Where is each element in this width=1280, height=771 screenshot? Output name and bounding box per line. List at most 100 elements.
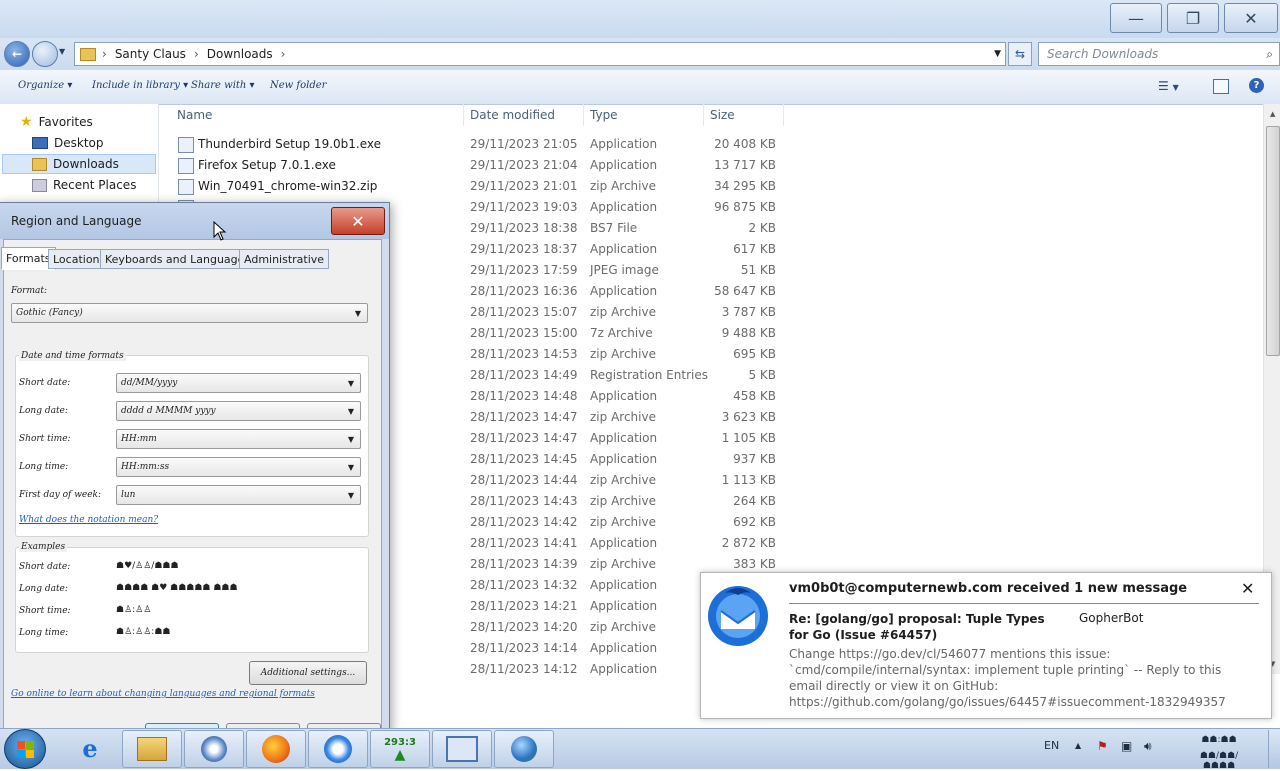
notification-header: vm0b0t@computernewb.com received 1 new m… <box>789 581 1188 596</box>
format-select[interactable]: Gothic (Fancy) ▼ <box>11 303 368 323</box>
preview-pane-button[interactable] <box>1213 79 1229 94</box>
taskbar-counter: 293:3 <box>384 736 416 748</box>
breadcrumb-sep: › <box>193 47 199 61</box>
ex-long-date-value: ☗☗☗☗ ☗♥ ☗☗☗☗☗ ☗☗☗ <box>116 583 238 593</box>
file-size: 937 KB <box>733 452 776 466</box>
view-options-button[interactable]: ☰ ▼ <box>1158 79 1179 93</box>
network-icon[interactable]: ▣ <box>1121 739 1132 753</box>
share-with-menu[interactable]: Share with ▾ <box>191 80 255 91</box>
organize-menu[interactable]: Organize ▾ <box>18 80 72 91</box>
minimize-button[interactable]: — <box>1110 3 1162 33</box>
back-button[interactable]: ← <box>4 41 30 67</box>
online-help-link[interactable]: Go online to learn about changing langua… <box>11 689 315 699</box>
short-date-select[interactable]: dd/MM/yyyy ▼ <box>116 373 361 393</box>
long-date-select[interactable]: dddd d MMMM yyyy ▼ <box>116 401 361 421</box>
language-indicator[interactable]: EN <box>1044 739 1059 752</box>
ex-short-date-label: Short date: <box>19 562 71 572</box>
scrollbar-thumb[interactable] <box>1266 126 1280 356</box>
new-mail-notification[interactable]: vm0b0t@computernewb.com received 1 new m… <box>700 572 1272 719</box>
show-desktop-button[interactable] <box>1268 730 1280 768</box>
long-time-select[interactable]: HH:mm:ss ▼ <box>116 457 361 477</box>
firefox-taskbar-button[interactable] <box>246 730 306 768</box>
ex-short-date-value: ☗♥/♙♙/☗☗☗ <box>116 561 179 571</box>
long-time-label: Long time: <box>19 462 69 472</box>
windows-media-taskbar-button[interactable] <box>184 730 244 768</box>
refresh-button[interactable]: ⇆ <box>1008 42 1032 66</box>
include-in-library-menu[interactable]: Include in library ▾ <box>92 80 188 91</box>
nav-downloads[interactable]: Downloads <box>2 154 156 174</box>
file-date: 29/11/2023 18:37 <box>470 242 578 256</box>
help-icon: ? <box>1253 80 1260 91</box>
tab-keyboards-languages[interactable]: Keyboards and Languages <box>100 249 256 269</box>
column-header-type[interactable]: Type <box>590 108 618 122</box>
column-header-date[interactable]: Date modified <box>470 108 555 122</box>
file-row[interactable]: Win_70491_chrome-win32.zip 29/11/2023 21:… <box>170 176 790 197</box>
restore-button[interactable]: ❐ <box>1167 3 1219 33</box>
recent-pages-dropdown[interactable]: ▼ <box>59 47 65 56</box>
search-input[interactable]: Search Downloads ⌕ <box>1038 42 1280 66</box>
file-type: zip Archive <box>590 494 656 508</box>
thunderbird-taskbar-button[interactable] <box>308 730 368 768</box>
notification-close-button[interactable]: ✕ <box>1241 579 1254 598</box>
application-icon <box>178 137 194 153</box>
help-button[interactable]: ? <box>1249 78 1264 93</box>
file-row[interactable]: Firefox Setup 7.0.1.exe 29/11/2023 21:04 A… <box>170 155 790 176</box>
nav-desktop[interactable]: Desktop <box>32 133 104 153</box>
folder-icon <box>80 47 96 61</box>
archive-icon <box>178 179 194 195</box>
column-header-name[interactable]: Name <box>177 108 212 122</box>
file-size: 58 647 KB <box>714 284 776 298</box>
start-button[interactable] <box>4 729 46 769</box>
file-size: 264 KB <box>733 494 776 508</box>
file-date: 28/11/2023 15:00 <box>470 326 578 340</box>
region-language-taskbar-button[interactable] <box>494 730 554 768</box>
chevron-down-icon: ▼ <box>354 309 361 318</box>
address-dropdown-icon[interactable]: ▼ <box>994 49 1001 59</box>
column-header-size[interactable]: Size <box>710 108 735 122</box>
new-folder-button[interactable]: New folder <box>270 80 326 91</box>
nav-recent-places[interactable]: Recent Places <box>32 175 136 195</box>
file-type: zip Archive <box>590 347 656 361</box>
control-panel-taskbar-button[interactable] <box>432 730 492 768</box>
breadcrumb-sep: › <box>102 47 107 61</box>
star-icon: ★ <box>20 114 33 130</box>
first-day-select[interactable]: lun ▼ <box>116 485 361 505</box>
file-size: 692 KB <box>733 515 776 529</box>
file-row[interactable]: Thunderbird Setup 19.0b1.exe 29/11/2023 2… <box>170 134 790 155</box>
dialog-close-button[interactable]: ✕ <box>331 207 385 235</box>
first-day-label: First day of week: <box>19 490 102 500</box>
file-name: Thunderbird Setup 19.0b1.exe <box>198 137 381 151</box>
back-arrow-icon: ← <box>11 47 23 61</box>
breadcrumb-item-user[interactable]: Santy Claus <box>115 47 186 61</box>
notation-help-link[interactable]: What does the notation mean? <box>19 515 158 525</box>
clock-date[interactable]: ☗☗/☗☗/☗☗☗☗ <box>1184 751 1254 771</box>
file-size: 3 623 KB <box>721 410 776 424</box>
breadcrumb-item-downloads[interactable]: Downloads <box>207 47 273 61</box>
ex-short-time-value: ☗♙:♙♙ <box>116 605 152 615</box>
search-placeholder: Search Downloads <box>1047 47 1159 61</box>
additional-settings-button[interactable]: Additional settings... <box>249 661 367 685</box>
format-label: Format: <box>11 286 48 296</box>
address-bar[interactable]: › Santy Claus › Downloads › ▼ <box>74 42 1006 66</box>
short-time-select[interactable]: HH:mm ▼ <box>116 429 361 449</box>
close-icon: ✕ <box>1241 579 1255 598</box>
file-type: Application <box>590 431 658 445</box>
action-center-flag-icon[interactable]: ⚑ <box>1097 739 1108 753</box>
tab-location[interactable]: Location <box>48 249 105 269</box>
clock-time[interactable]: ☗☗:☗☗ <box>1199 735 1239 745</box>
dialog-titlebar[interactable]: Region and Language ✕ <box>0 203 389 239</box>
counter-taskbar-button[interactable]: 293:3 ▲ <box>370 730 430 768</box>
close-window-button[interactable]: ✕ <box>1224 3 1278 33</box>
tab-administrative[interactable]: Administrative <box>239 249 330 269</box>
forward-button[interactable] <box>32 41 58 67</box>
file-size: 9 488 KB <box>721 326 776 340</box>
file-date: 28/11/2023 14:12 <box>470 662 578 676</box>
short-date-label: Short date: <box>19 378 71 388</box>
internet-explorer-taskbar-icon[interactable]: e <box>72 732 108 764</box>
explorer-taskbar-button[interactable] <box>122 730 182 768</box>
nav-favorites[interactable]: ★ Favorites <box>20 112 93 132</box>
volume-icon[interactable]: 🔊︎ <box>1144 739 1152 754</box>
firefox-icon <box>262 735 290 763</box>
show-hidden-icons-button[interactable]: ▲ <box>1075 741 1081 750</box>
scroll-up-icon[interactable]: ▲ <box>1270 110 1275 118</box>
